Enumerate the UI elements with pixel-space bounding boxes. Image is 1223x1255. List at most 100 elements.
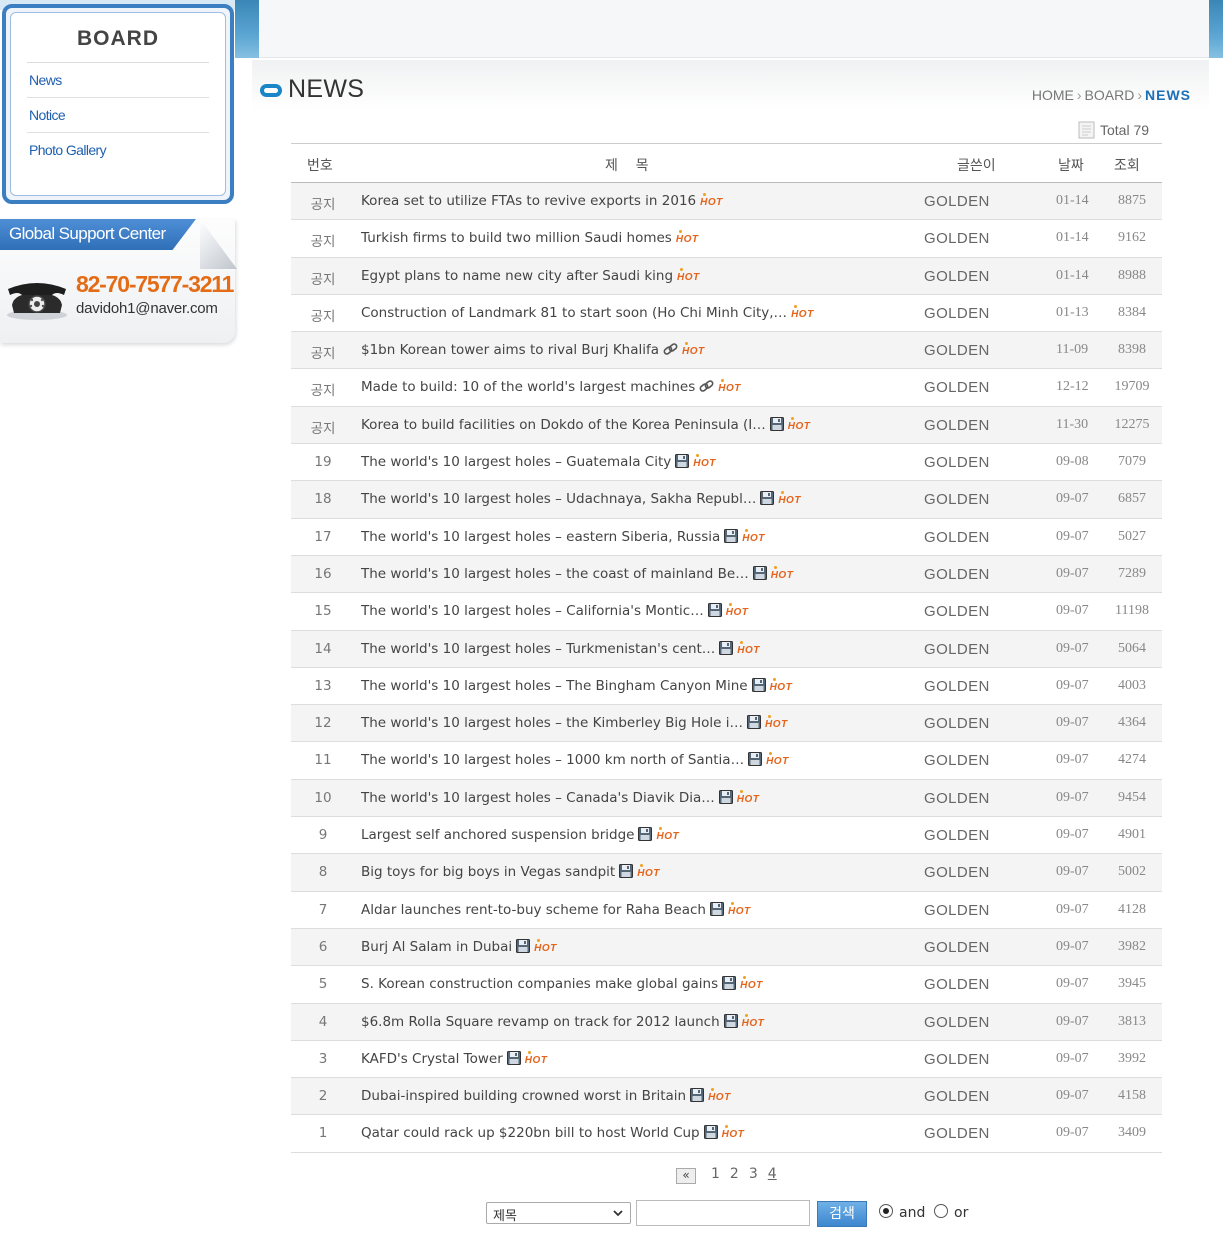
top-sea-strip-left bbox=[235, 0, 259, 58]
global-support-card: Global Support Center 82-70-7577-3211 da… bbox=[0, 219, 237, 343]
row-title-link[interactable]: The world's 10 largest holes – Canada's … bbox=[361, 789, 759, 806]
support-email[interactable]: davidoh1@naver.com bbox=[76, 300, 218, 317]
row-title-link[interactable]: The world's 10 largest holes – Udachnaya… bbox=[361, 491, 801, 507]
row-title-link[interactable]: Big toys for big boys in Vegas sandpit HO… bbox=[361, 864, 660, 880]
row-views: 4274 bbox=[1118, 752, 1146, 768]
row-title-text[interactable]: The world's 10 largest holes – Udachnaya… bbox=[361, 491, 756, 507]
row-views: 4003 bbox=[1118, 677, 1146, 693]
row-title-text[interactable]: Big toys for big boys in Vegas sandpit bbox=[361, 864, 615, 880]
row-title-text[interactable]: The world's 10 largest holes – Guatemala… bbox=[361, 454, 671, 470]
row-title-text[interactable]: Dubai-inspired building crowned worst in… bbox=[361, 1088, 686, 1104]
row-title-link[interactable]: Aldar launches rent-to-buy scheme for Ra… bbox=[361, 901, 751, 918]
mode-or-radio[interactable] bbox=[934, 1204, 948, 1218]
hot-badge-icon: HOT bbox=[741, 1013, 765, 1029]
row-title-link[interactable]: The world's 10 largest holes – Turkmenis… bbox=[361, 640, 760, 657]
search-button[interactable]: 검색 bbox=[817, 1201, 867, 1227]
row-title-link[interactable]: Egypt plans to name new city after Saudi… bbox=[361, 267, 700, 284]
row-title-link[interactable]: The world's 10 largest holes – The Bingh… bbox=[361, 677, 792, 694]
breadcrumb-board[interactable]: BOARD bbox=[1085, 87, 1135, 103]
row-title-text[interactable]: The world's 10 largest holes – the Kimbe… bbox=[361, 715, 743, 731]
row-title-text[interactable]: The world's 10 largest holes – eastern S… bbox=[361, 529, 720, 545]
row-views: 19709 bbox=[1114, 379, 1150, 395]
mode-and-radio[interactable] bbox=[879, 1204, 893, 1218]
row-title-link[interactable]: Korea to build facilities on Dokdo of th… bbox=[361, 416, 810, 433]
row-author: GOLDEN bbox=[924, 379, 990, 397]
floppy-disk-icon bbox=[690, 1088, 705, 1103]
row-title-text[interactable]: The world's 10 largest holes – Turkmenis… bbox=[361, 641, 715, 657]
row-date: 09-07 bbox=[1056, 976, 1089, 992]
board-table: 번호 제 목 글쓴이 날짜 조회 공지 Korea set to utilize … bbox=[291, 143, 1162, 1153]
row-title-text[interactable]: The world's 10 largest holes – Canada's … bbox=[361, 790, 715, 806]
row-title-text[interactable]: $1bn Korean tower aims to rival Burj Kha… bbox=[361, 342, 659, 358]
row-title-text[interactable]: Turkish firms to build two million Saudi… bbox=[361, 230, 672, 246]
row-title-text[interactable]: Made to build: 10 of the world's largest… bbox=[361, 379, 695, 395]
row-title-text[interactable]: S. Korean construction companies make gl… bbox=[361, 976, 718, 992]
sidebar-item-news[interactable]: News bbox=[27, 63, 209, 98]
row-title-link[interactable]: Construction of Landmark 81 to start soo… bbox=[361, 304, 814, 321]
row-views: 8988 bbox=[1118, 267, 1146, 283]
row-title-text[interactable]: Construction of Landmark 81 to start soo… bbox=[361, 305, 787, 321]
row-title-link[interactable]: The world's 10 largest holes – Californi… bbox=[361, 603, 748, 619]
floppy-disk-icon bbox=[724, 528, 739, 543]
row-title-text[interactable]: Egypt plans to name new city after Saudi… bbox=[361, 268, 673, 284]
row-title-text[interactable]: The world's 10 largest holes – The Bingh… bbox=[361, 678, 748, 694]
row-author: GOLDEN bbox=[924, 342, 990, 360]
row-title-link[interactable]: The world's 10 largest holes – 1000 km n… bbox=[361, 752, 789, 768]
breadcrumb-home[interactable]: HOME bbox=[1032, 87, 1074, 103]
search-field-select[interactable]: 제목 bbox=[486, 1202, 631, 1224]
row-title-link[interactable]: Burj Al Salam in Dubai HOT bbox=[361, 938, 557, 955]
sidebar-item-photo-gallery[interactable]: Photo Gallery bbox=[27, 133, 209, 168]
search-input[interactable] bbox=[636, 1200, 810, 1226]
row-views: 4901 bbox=[1118, 827, 1146, 843]
header-author: 글쓴이 bbox=[957, 158, 996, 174]
hot-badge-icon: HOT bbox=[737, 640, 760, 656]
row-title-link[interactable]: Made to build: 10 of the world's largest… bbox=[361, 379, 741, 395]
prev-page-button[interactable]: « bbox=[676, 1168, 696, 1184]
chevron-down-icon bbox=[613, 1210, 623, 1217]
floppy-disk-icon bbox=[722, 976, 737, 991]
sidebar-item-notice[interactable]: Notice bbox=[27, 98, 209, 133]
row-title-link[interactable]: Turkish firms to build two million Saudi… bbox=[361, 230, 698, 246]
row-title-link[interactable]: Korea set to utilize FTAs to revive expo… bbox=[361, 193, 723, 209]
row-date: 12-12 bbox=[1056, 379, 1089, 395]
row-title-text[interactable]: The world's 10 largest holes – Californi… bbox=[361, 603, 704, 619]
row-title-link[interactable]: Largest self anchored suspension bridge H… bbox=[361, 827, 679, 843]
row-title-link[interactable]: The world's 10 largest holes – the coast… bbox=[361, 565, 793, 582]
row-title-link[interactable]: S. Korean construction companies make gl… bbox=[361, 976, 763, 992]
row-title-link[interactable]: $1bn Korean tower aims to rival Burj Kha… bbox=[361, 342, 705, 358]
row-title-text[interactable]: Burj Al Salam in Dubai bbox=[361, 939, 512, 955]
row-title-link[interactable]: KAFD's Crystal Tower HOT bbox=[361, 1050, 547, 1067]
row-title-link[interactable]: $6.8m Rolla Square revamp on track for 2… bbox=[361, 1013, 765, 1030]
row-views: 7079 bbox=[1118, 454, 1146, 470]
row-title-text[interactable]: Korea to build facilities on Dokdo of th… bbox=[361, 417, 766, 433]
page-link-3[interactable]: 3 bbox=[749, 1166, 758, 1182]
row-title-text[interactable]: Korea set to utilize FTAs to revive expo… bbox=[361, 193, 696, 209]
row-title-link[interactable]: The world's 10 largest holes – eastern S… bbox=[361, 528, 765, 545]
row-title-text[interactable]: The world's 10 largest holes – 1000 km n… bbox=[361, 752, 744, 768]
row-title-text[interactable]: Largest self anchored suspension bridge bbox=[361, 827, 634, 843]
row-title-text[interactable]: $6.8m Rolla Square revamp on track for 2… bbox=[361, 1014, 720, 1030]
row-author: GOLDEN bbox=[924, 1125, 990, 1143]
page-link-1[interactable]: 1 bbox=[711, 1166, 720, 1182]
row-number: 8 bbox=[318, 864, 328, 881]
row-title-link[interactable]: The world's 10 largest holes – the Kimbe… bbox=[361, 715, 788, 731]
row-author: GOLDEN bbox=[924, 491, 990, 509]
row-date: 09-07 bbox=[1056, 603, 1089, 619]
page-link-4-current[interactable]: 4 bbox=[768, 1166, 777, 1182]
row-title-link[interactable]: Dubai-inspired building crowned worst in… bbox=[361, 1088, 731, 1104]
row-date: 09-08 bbox=[1056, 454, 1089, 470]
row-title-text[interactable]: KAFD's Crystal Tower bbox=[361, 1051, 503, 1067]
row-title-text[interactable]: Qatar could rack up $220bn bill to host … bbox=[361, 1125, 700, 1141]
breadcrumb-separator-icon: › bbox=[1076, 87, 1082, 103]
page-link-2[interactable]: 2 bbox=[730, 1166, 739, 1182]
hot-badge-icon: HOT bbox=[778, 491, 801, 507]
row-title-link[interactable]: Qatar could rack up $220bn bill to host … bbox=[361, 1125, 744, 1141]
row-title-text[interactable]: The world's 10 largest holes – the coast… bbox=[361, 566, 749, 582]
floppy-disk-icon bbox=[703, 1125, 718, 1140]
row-title-link[interactable]: The world's 10 largest holes – Guatemala… bbox=[361, 454, 716, 470]
link-icon bbox=[663, 343, 678, 355]
row-author: GOLDEN bbox=[924, 528, 990, 546]
row-title-text[interactable]: Aldar launches rent-to-buy scheme for Ra… bbox=[361, 902, 706, 918]
hot-badge-icon: HOT bbox=[708, 1088, 731, 1104]
board-sidebar-inner: BOARD News Notice Photo Gallery bbox=[10, 12, 226, 196]
